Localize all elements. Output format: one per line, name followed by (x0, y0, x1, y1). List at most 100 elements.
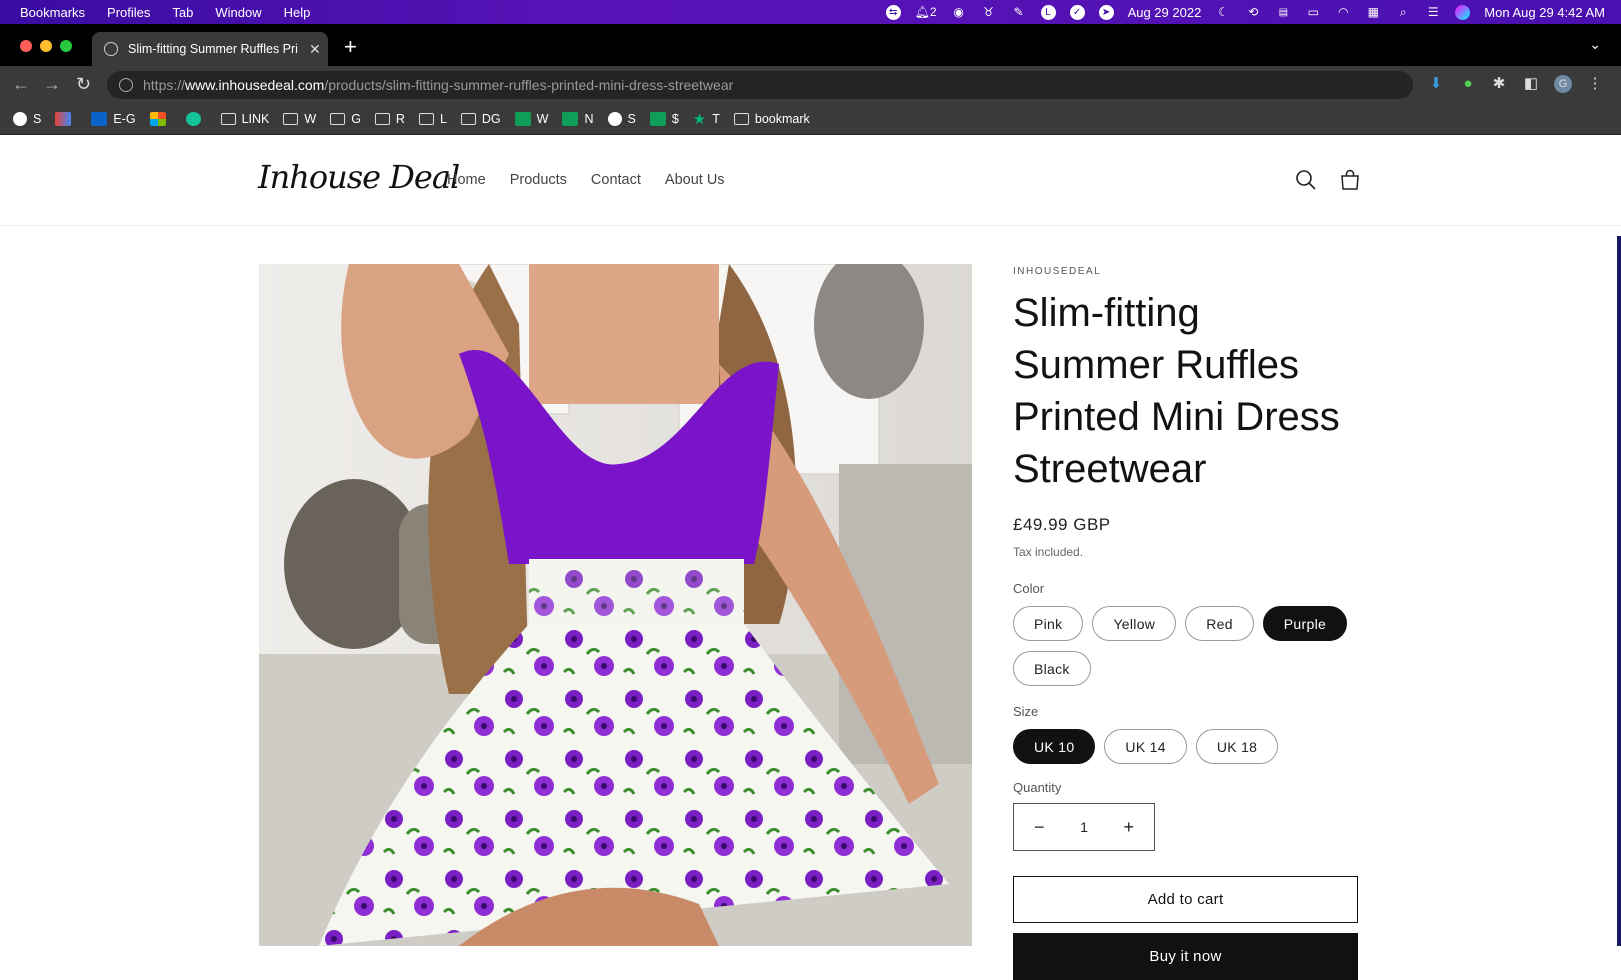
close-tab-icon[interactable]: ✕ (309, 41, 321, 58)
color-option-pink[interactable]: Pink (1013, 606, 1084, 641)
color-option-yellow[interactable]: Yellow (1092, 606, 1177, 641)
bookmark-item[interactable]: S (13, 112, 41, 126)
nav-home[interactable]: Home (447, 172, 486, 188)
nav-about-us[interactable]: About Us (665, 172, 725, 188)
color-option-black[interactable]: Black (1013, 651, 1091, 686)
size-label: Size (1013, 704, 1039, 719)
menubar-clock: Mon Aug 29 4:42 AM (1484, 4, 1605, 20)
download-extension-icon[interactable]: ⬇ (1427, 75, 1445, 93)
site-info-icon[interactable] (119, 78, 133, 92)
search-icon[interactable] (1294, 168, 1318, 192)
battery-icon[interactable]: ▭ (1305, 5, 1321, 19)
site-logo[interactable]: Inhouse Deal (258, 158, 460, 196)
cow-icon[interactable]: ♉︎ (981, 5, 997, 19)
bookmark-item[interactable]: ★ T (693, 110, 720, 128)
menu-profiles[interactable]: Profiles (107, 5, 150, 20)
minimize-window-button[interactable] (40, 40, 52, 52)
us-flag-icon[interactable]: ▤ (1275, 5, 1291, 19)
active-tab[interactable]: Slim-fitting Summer Ruffles Pri ✕ (92, 32, 328, 66)
nav-contact[interactable]: Contact (591, 172, 641, 188)
size-option-uk10[interactable]: UK 10 (1013, 729, 1096, 764)
back-arrow-icon[interactable]: ← (12, 74, 30, 95)
bookmark-folder[interactable]: R (374, 112, 405, 126)
menu-help[interactable]: Help (284, 5, 311, 20)
menubar-items: Bookmarks Profiles Tab Window Help (0, 5, 332, 20)
profile-avatar[interactable]: G (1554, 75, 1572, 93)
line-icon[interactable]: L (1040, 4, 1056, 20)
mac-menu-bar: Bookmarks Profiles Tab Window Help ⇆ 🔔︎ 2… (0, 0, 1621, 24)
moon-icon[interactable]: ☾ (1215, 5, 1231, 19)
globe-icon (607, 112, 622, 126)
quantity-stepper: − 1 + (1013, 803, 1155, 851)
control-center-icon[interactable]: ☰ (1425, 5, 1441, 19)
close-window-button[interactable] (20, 40, 32, 52)
size-option-uk18[interactable]: UK 18 (1195, 729, 1279, 764)
bookmark-item[interactable]: N (562, 112, 594, 126)
buy-now-button[interactable]: Buy it now (1013, 933, 1358, 980)
check-icon[interactable]: ✓ (1069, 4, 1085, 20)
bookmark-label: G (351, 112, 361, 126)
increase-quantity-button[interactable]: + (1123, 817, 1134, 838)
spotlight-search-icon[interactable]: ⌕ (1395, 5, 1411, 19)
green-cross-icon (514, 112, 531, 126)
green-cross-icon (649, 112, 666, 126)
new-tab-button[interactable]: + (344, 34, 357, 60)
color-label: Color (1013, 581, 1045, 596)
bookmark-item[interactable] (185, 112, 207, 126)
grammarly-icon (185, 112, 201, 126)
time-machine-icon[interactable]: ⟲ (1245, 5, 1261, 19)
reload-icon[interactable]: ↻ (76, 74, 91, 95)
bookmark-folder[interactable]: W (283, 112, 316, 126)
add-to-cart-button[interactable]: Add to cart (1013, 876, 1358, 923)
wechat-icon[interactable]: ◉ (951, 5, 967, 19)
bookmark-item[interactable]: S (607, 112, 636, 126)
size-option-uk14[interactable]: UK 14 (1104, 729, 1187, 764)
bookmark-item[interactable]: $ (649, 112, 679, 126)
menu-bookmarks[interactable]: Bookmarks (20, 5, 85, 20)
web-page: Inhouse Deal Home Products Contact About… (0, 136, 1621, 980)
bookmark-item[interactable]: W (514, 112, 548, 126)
page-scrollbar[interactable] (1617, 236, 1621, 946)
forward-arrow-icon[interactable]: → (43, 74, 61, 95)
color-option-red[interactable]: Red (1185, 606, 1254, 641)
browser-toolbar: ← → ↻ https://www.inhousedeal.com/produc… (0, 66, 1621, 104)
cart-icon[interactable] (1338, 168, 1362, 192)
nav-products[interactable]: Products (510, 172, 567, 188)
siri-icon[interactable] (1455, 4, 1471, 20)
bookmark-folder[interactable]: LINK (220, 112, 269, 126)
folder-icon (460, 113, 476, 125)
address-bar[interactable]: https://www.inhousedeal.com/products/sli… (107, 71, 1413, 99)
teamviewer-icon[interactable]: ⇆ (885, 4, 901, 20)
bookmark-folder[interactable]: G (330, 112, 361, 126)
wifi-icon[interactable]: ◠ (1335, 5, 1351, 19)
tab-title: Slim-fitting Summer Ruffles Pri (128, 42, 298, 56)
bookmark-item[interactable] (149, 112, 172, 126)
product-image[interactable] (259, 264, 972, 946)
bookmark-folder[interactable]: DG (460, 112, 501, 126)
bookmark-label: L (439, 112, 447, 126)
quantity-value[interactable]: 1 (1080, 819, 1088, 835)
bookmark-item[interactable]: E-G (91, 112, 136, 126)
green-dot-extension-icon[interactable]: ● (1459, 75, 1477, 93)
side-panel-icon[interactable]: ◧ (1522, 75, 1540, 93)
keyboard-icon[interactable]: ▦ (1365, 5, 1381, 19)
bookmark-label: E-G (113, 112, 136, 126)
cursor-icon[interactable]: ➤ (1098, 4, 1114, 20)
kebab-menu-icon[interactable]: ⋮ (1586, 75, 1604, 93)
bell-icon[interactable]: 🔔︎ 2 (915, 5, 937, 19)
decrease-quantity-button[interactable]: − (1034, 817, 1045, 838)
color-option-purple[interactable]: Purple (1262, 606, 1348, 641)
bookmark-item[interactable] (55, 112, 77, 126)
gmail-icon (55, 112, 72, 126)
puzzle-extensions-icon[interactable]: ✱ (1490, 75, 1508, 93)
zoom-window-button[interactable] (60, 40, 72, 52)
menu-window[interactable]: Window (215, 5, 261, 20)
quantity-label: Quantity (1013, 780, 1062, 795)
product-price: £49.99 GBP (1013, 515, 1111, 534)
bookmark-folder[interactable]: bookmark (733, 112, 810, 126)
bookmark-folder[interactable]: L (418, 112, 447, 126)
menu-tab[interactable]: Tab (172, 5, 193, 20)
tab-search-chevron-icon[interactable]: ⌄ (1589, 36, 1601, 53)
bookmark-label: S (627, 112, 636, 126)
feather-icon[interactable]: ✎ (1011, 5, 1027, 19)
